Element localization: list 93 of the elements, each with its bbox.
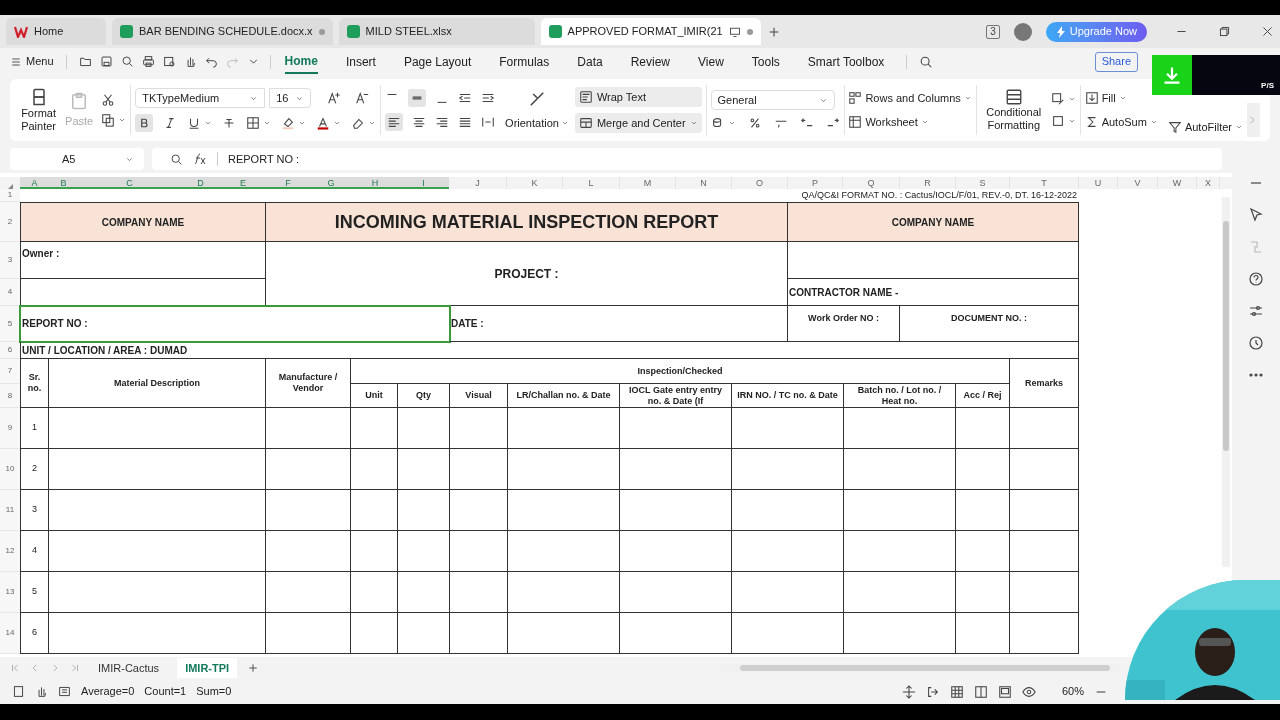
formula-field[interactable]: REPORT NO : bbox=[228, 150, 300, 168]
column-header[interactable]: D bbox=[181, 177, 220, 189]
column-heading: Manufacture / Vendor bbox=[266, 359, 351, 408]
merge-center-button[interactable]: Merge and Center bbox=[574, 113, 702, 133]
ribbon-tab[interactable]: Formulas bbox=[499, 49, 550, 74]
wrap-text-button[interactable]: Wrap Text bbox=[574, 87, 702, 107]
column-heading: Remarks bbox=[1010, 359, 1079, 408]
column-heading: Acc / Rej bbox=[956, 384, 1010, 408]
document-tab[interactable]: Home bbox=[6, 18, 106, 45]
row-header[interactable]: 2 bbox=[0, 202, 20, 242]
column-heading: Inspection/Checked bbox=[351, 359, 1010, 384]
rows-columns-button[interactable]: Rows and Columns bbox=[848, 89, 972, 106]
row-number-cell: 5 bbox=[20, 572, 49, 613]
column-header[interactable]: A bbox=[20, 177, 49, 189]
ribbon-tab[interactable]: Data bbox=[577, 49, 603, 74]
column-heading: Sr. no. bbox=[20, 359, 49, 408]
fill-button[interactable]: Fill bbox=[1084, 89, 1158, 106]
upgrade-button[interactable]: Upgrade Now bbox=[1045, 21, 1147, 42]
row-number-cell: 1 bbox=[20, 408, 49, 449]
row-header[interactable]: 3 bbox=[0, 242, 20, 279]
status-stat: Average=0 bbox=[81, 684, 135, 700]
row-header[interactable]: 8 bbox=[0, 384, 20, 408]
row-header[interactable]: 13 bbox=[0, 572, 20, 613]
row-number-cell: 2 bbox=[20, 449, 49, 490]
worksheet-button[interactable]: Worksheet bbox=[848, 114, 972, 131]
font-size-field[interactable]: 16 bbox=[269, 88, 312, 108]
column-header[interactable]: C bbox=[78, 177, 181, 189]
row-header[interactable]: 14 bbox=[0, 613, 20, 654]
overlay-label: P/S bbox=[1261, 80, 1274, 92]
ribbon-tab[interactable]: Page Layout bbox=[403, 49, 472, 74]
autosum-button[interactable]: AutoSum bbox=[1084, 114, 1158, 131]
project-cell: PROJECT : bbox=[266, 242, 788, 306]
row-number-cell: 3 bbox=[20, 490, 49, 531]
row-header[interactable]: 7 bbox=[0, 359, 20, 384]
column-heading: IRN NO. / TC no. & Date bbox=[732, 384, 844, 408]
column-header[interactable]: G bbox=[310, 177, 352, 189]
sheet-tab[interactable]: IMIR-TPI bbox=[177, 658, 238, 678]
conditional-formatting-button[interactable]: Conditional Formatting bbox=[984, 88, 1043, 132]
column-heading: IOCL Gate entry entry no. & Date (If bbox=[620, 384, 732, 408]
document-tab[interactable]: APPROVED FORMAT_IMIR(21 bbox=[540, 18, 761, 45]
workspace-count-badge[interactable]: 3 bbox=[986, 24, 1000, 39]
row-header[interactable]: 9 bbox=[0, 408, 20, 449]
status-stat: Sum=0 bbox=[196, 684, 232, 700]
company-name-cell: COMPANY NAME bbox=[20, 202, 266, 242]
company-name-cell: COMPANY NAME bbox=[788, 202, 1079, 242]
row-header[interactable]: 11 bbox=[0, 490, 20, 531]
column-header[interactable]: H bbox=[352, 177, 398, 189]
row-header[interactable]: 5 bbox=[0, 306, 20, 342]
row-header[interactable]: 12 bbox=[0, 531, 20, 572]
zoom-level[interactable]: 60% bbox=[1061, 683, 1084, 700]
ribbon-tab[interactable]: Smart Toolbox bbox=[807, 49, 885, 74]
document-tab[interactable]: MILD STEEL.xlsx bbox=[338, 18, 535, 45]
autofilter-button[interactable]: AutoFilter bbox=[1167, 118, 1243, 135]
row-header[interactable]: 10 bbox=[0, 449, 20, 490]
report-number-cell[interactable]: REPORT NO : bbox=[20, 306, 450, 342]
name-box[interactable]: A5 bbox=[10, 148, 144, 170]
ribbon-tab[interactable]: Review bbox=[630, 49, 670, 74]
share-button[interactable]: Share bbox=[1094, 51, 1138, 72]
row-number-cell: 4 bbox=[20, 531, 49, 572]
document-number-cell: DOCUMENT NO. : bbox=[900, 306, 1079, 342]
owner-cell: Owner : bbox=[20, 242, 266, 279]
column-heading: LR/Challan no. & Date bbox=[508, 384, 620, 408]
column-header[interactable]: E bbox=[220, 177, 266, 189]
report-title: INCOMING MATERIAL INSPECTION REPORT bbox=[266, 202, 788, 242]
column-heading: Visual bbox=[450, 384, 508, 408]
ribbon-tab[interactable]: Tools bbox=[751, 49, 780, 74]
sheet-tab[interactable]: IMIR-Cactus bbox=[90, 658, 168, 678]
work-order-cell: Work Order NO : bbox=[788, 306, 900, 342]
ribbon-tab[interactable]: View bbox=[698, 49, 724, 74]
number-format-field[interactable]: General bbox=[710, 90, 835, 110]
column-header[interactable]: I bbox=[398, 177, 449, 189]
orientation-button[interactable]: Orientation bbox=[505, 114, 569, 132]
location-cell: UNIT / LOCATION / AREA : DUMAD bbox=[20, 342, 1079, 359]
document-tab[interactable]: BAR BENDING SCHEDULE.docx.x bbox=[112, 18, 333, 45]
column-header[interactable]: B bbox=[49, 177, 78, 189]
ribbon-tab[interactable]: Insert bbox=[345, 49, 376, 74]
column-heading: Batch no. / Lot no. / Heat no. bbox=[844, 384, 956, 408]
status-stat: Count=1 bbox=[144, 684, 187, 700]
contractor-cell: CONTRACTOR NAME - bbox=[788, 279, 1079, 306]
ribbon-tab[interactable]: Home bbox=[284, 49, 318, 74]
column-heading: Material Description bbox=[49, 359, 266, 408]
row-header[interactable]: 1 bbox=[0, 189, 20, 202]
column-header[interactable]: F bbox=[266, 177, 310, 189]
row-header[interactable]: 6 bbox=[0, 342, 20, 359]
column-heading: Unit bbox=[351, 384, 398, 408]
date-cell: DATE : bbox=[450, 306, 788, 342]
font-name-field[interactable]: TKTypeMedium bbox=[135, 88, 266, 108]
row-header[interactable]: 4 bbox=[0, 279, 20, 306]
menu-button[interactable]: Menu bbox=[10, 53, 66, 70]
column-heading: Qty bbox=[398, 384, 450, 408]
format-painter-button[interactable]: Format Painter bbox=[20, 87, 58, 133]
format-number-text: QA/QC&I FORMAT NO. : Cactus/IOCL/F/01, REV.-0, DT. 16-12-2022 bbox=[800, 189, 1078, 202]
row-number-cell: 6 bbox=[20, 613, 49, 654]
